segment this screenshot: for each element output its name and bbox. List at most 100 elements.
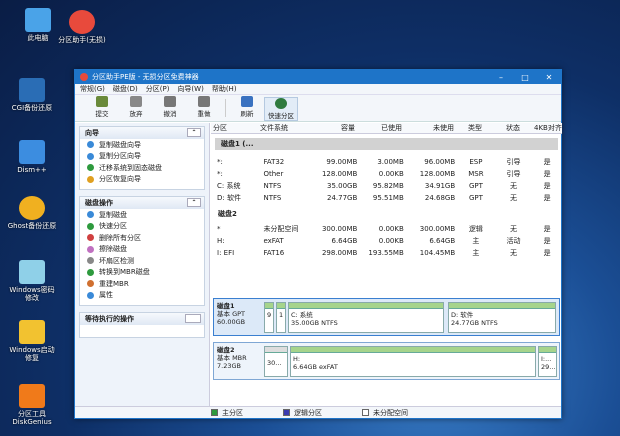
properties-icon: [87, 291, 94, 299]
header-filesystem[interactable]: 文件系统: [258, 123, 310, 133]
maximize-button[interactable]: □: [513, 73, 537, 82]
refresh-button[interactable]: 刷新: [230, 96, 264, 121]
header-partition[interactable]: 分区: [211, 123, 258, 133]
collapse-button[interactable]: ⌃: [187, 198, 201, 207]
i-partition-label: I:...: [541, 355, 552, 363]
wizard-migrate-os[interactable]: 迁移系统到固态磁盘: [80, 162, 204, 174]
disk-ops-section: 磁盘操作 ⌃ 复制磁盘 快速分区 删除所有分区 擦除磁盘 坏扇区检测 转换到MBR…: [79, 196, 205, 306]
redo-button[interactable]: 重做: [187, 96, 221, 121]
wizard-copy-disk[interactable]: 复制磁盘向导: [80, 139, 204, 151]
collapse-button[interactable]: [185, 314, 201, 323]
op-copy-disk[interactable]: 复制磁盘: [80, 209, 204, 221]
table-cell: GPT: [468, 182, 483, 190]
title-bar: 分区助手PE版 - 无损分区免费神器 – □ ✕: [75, 70, 561, 84]
table-row[interactable]: I: EFI FAT16 298.00MB 193.55MB 104.45MB 主 无 是: [211, 247, 562, 259]
menu-bar: 常规(G) 磁盘(D) 分区(P) 向导(W) 帮助(H): [75, 84, 561, 95]
quick-partition-button[interactable]: 快速分区: [264, 97, 298, 121]
menu-wizard[interactable]: 向导(W): [177, 84, 203, 94]
disk1-msr-segment[interactable]: 1: [276, 302, 286, 333]
pending-ops-section: 等待执行的操作: [79, 312, 205, 338]
menu-help[interactable]: 帮助(H): [212, 84, 237, 94]
copy-disk-icon: [87, 141, 94, 149]
table-cell: 24.77GB: [327, 194, 358, 202]
disk2-i-segment[interactable]: I:... 29...: [538, 346, 557, 377]
table-row[interactable]: *: FAT32 99.00MB 3.00MB 96.00MB ESP 引导 是: [211, 156, 562, 168]
cgi-icon: [19, 78, 45, 102]
desktop-icon-diskgenius[interactable]: 分区工具DiskGenius: [6, 384, 58, 426]
table-cell: 活动: [506, 237, 521, 245]
disk1-d-segment[interactable]: D: 软件 24.77GB NTFS: [448, 302, 556, 333]
desktop-icon-partition-assistant[interactable]: 分区助手(无损): [56, 10, 108, 44]
table-cell: 104.45MB: [419, 249, 456, 257]
op-convert-mbr[interactable]: 转换到MBR磁盘: [80, 267, 204, 279]
op-delete-all[interactable]: 删除所有分区: [80, 232, 204, 244]
desktop-icon-windows-pw[interactable]: Windows密码修改: [6, 260, 58, 302]
table-cell: 主: [472, 249, 480, 257]
table-cell: 主: [472, 237, 480, 245]
disk2-map[interactable]: 磁盘2 基本 MBR 7.23GB 30... H: 6.64GB exFAT I…: [213, 342, 560, 380]
table-cell: 是: [543, 182, 551, 190]
disk1-esp-segment[interactable]: 9: [264, 302, 274, 333]
table-cell: D: 软件: [217, 194, 241, 202]
wizard-section-title: 向导: [85, 129, 99, 137]
table-cell: 24.68GB: [424, 194, 456, 202]
header-type[interactable]: 类型: [456, 123, 494, 133]
table-cell: 128.00MB: [321, 170, 358, 178]
table-cell: GPT: [468, 194, 483, 202]
op-bad-sector[interactable]: 坏扇区检测: [80, 255, 204, 267]
gear-icon: [19, 140, 45, 164]
pending-ops-title: 等待执行的操作: [85, 315, 134, 323]
table-cell: 是: [543, 158, 551, 166]
minimize-button[interactable]: –: [489, 73, 513, 82]
header-unused[interactable]: 未使用: [404, 123, 456, 133]
table-row[interactable]: C: 系统 NTFS 35.00GB 95.82MB 34.91GB GPT 无 是: [211, 180, 562, 192]
status-bar: 主分区 逻辑分区 未分配空间: [75, 406, 561, 418]
collapse-button[interactable]: ⌃: [187, 128, 201, 137]
table-row[interactable]: H: exFAT 6.64GB 0.00KB 6.64GB 主 活动 是: [211, 235, 562, 247]
quick-partition-icon: [275, 98, 287, 109]
menu-general[interactable]: 常规(G): [80, 84, 105, 94]
header-capacity[interactable]: 容量: [310, 123, 357, 133]
header-used[interactable]: 已使用: [357, 123, 404, 133]
discard-button[interactable]: 放弃: [119, 96, 153, 121]
disk1-group-label[interactable]: 磁盘1 (...: [215, 138, 558, 150]
d-partition-label: D: 软件: [451, 311, 474, 319]
table-row[interactable]: D: 软件 NTFS 24.77GB 95.51MB 24.68GB GPT 无 是: [211, 192, 562, 204]
menu-disk[interactable]: 磁盘(D): [113, 84, 138, 94]
op-rebuild-mbr[interactable]: 重建MBR: [80, 278, 204, 290]
desktop-icon-cgi[interactable]: CGI备份还原: [6, 78, 58, 112]
op-quick-partition[interactable]: 快速分区: [80, 221, 204, 233]
disk2-h-segment[interactable]: H: 6.64GB exFAT: [290, 346, 536, 377]
key-icon: [19, 320, 45, 344]
table-row[interactable]: * 未分配空间 300.00MB 0.00KB 300.00MB 逻辑 无 是: [211, 223, 562, 235]
discard-icon: [130, 96, 142, 107]
op-wipe-disk[interactable]: 擦除磁盘: [80, 244, 204, 256]
header-status[interactable]: 状态: [494, 123, 532, 133]
table-cell: I: EFI: [217, 249, 235, 257]
wizard-copy-partition[interactable]: 复制分区向导: [80, 151, 204, 163]
d-partition-info: 24.77GB NTFS: [451, 319, 498, 327]
desktop-icon-windows-boot[interactable]: Windows启动修复: [6, 320, 58, 362]
table-cell: 300.00MB: [419, 225, 456, 233]
undo-button[interactable]: 撤消: [153, 96, 187, 121]
disk1-map[interactable]: 磁盘1 基本 GPT 60.00GB 9 1 C: 系统 35.00GB NTFS…: [213, 298, 560, 336]
wizard-partition-recovery[interactable]: 分区恢复向导: [80, 174, 204, 186]
submit-button[interactable]: 提交: [85, 96, 119, 121]
desktop-icon-ghost[interactable]: Ghost备份还原: [6, 196, 58, 230]
table-cell: 6.64GB: [429, 237, 456, 245]
table-cell: *:: [217, 170, 223, 178]
table-cell: exFAT: [263, 237, 284, 245]
op-properties[interactable]: 属性: [80, 290, 204, 302]
disk2-group-label[interactable]: 磁盘2: [211, 207, 562, 221]
checkmark-icon: [96, 96, 108, 107]
close-button[interactable]: ✕: [537, 73, 561, 82]
c-partition-info: 35.00GB NTFS: [291, 319, 338, 327]
menu-partition[interactable]: 分区(P): [146, 84, 170, 94]
wizard-section: 向导 ⌃ 复制磁盘向导 复制分区向导 迁移系统到固态磁盘 分区恢复向导: [79, 126, 205, 190]
legend-unallocated: 未分配空间: [362, 408, 408, 418]
disk2-unallocated-segment[interactable]: 30...: [264, 346, 288, 377]
table-row[interactable]: *: Other 128.00MB 0.00KB 128.00MB MSR 引导 是: [211, 168, 562, 180]
disk1-c-segment[interactable]: C: 系统 35.00GB NTFS: [288, 302, 444, 333]
desktop-icon-dism[interactable]: Dism++: [6, 140, 58, 174]
header-4kb[interactable]: 4KB对齐: [532, 123, 562, 133]
